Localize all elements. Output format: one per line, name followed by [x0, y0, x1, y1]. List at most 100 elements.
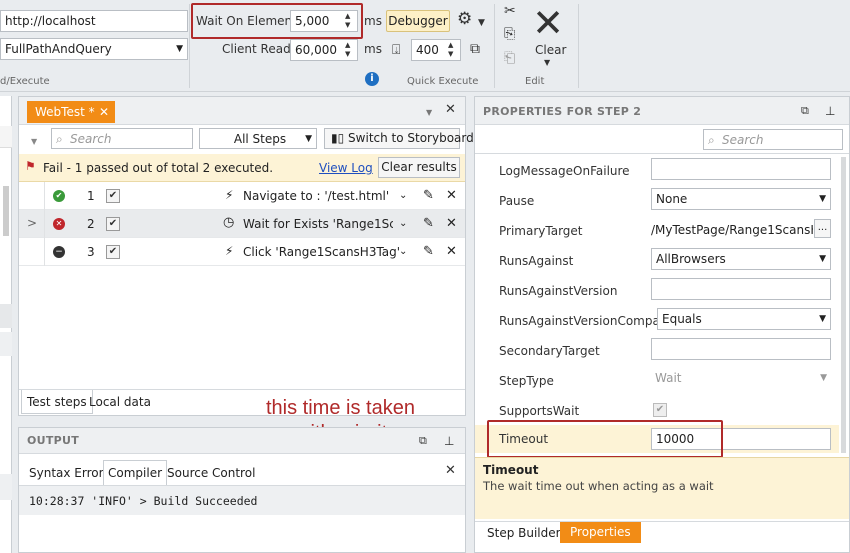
tab-source-control[interactable]: Source Control	[167, 466, 255, 480]
chevron-down-icon[interactable]: ▼	[31, 135, 37, 149]
browser-width-value: 400	[416, 43, 439, 57]
prop-runs-against-version-input[interactable]	[651, 278, 831, 300]
view-log-link[interactable]: View Log	[319, 161, 373, 175]
prop-supports-wait-checkbox[interactable]: ✔	[653, 403, 667, 417]
pin-icon[interactable]: ⊥	[825, 104, 835, 118]
step-enabled-checkbox[interactable]: ✔	[106, 245, 120, 259]
chevron-down-icon: ▼	[819, 254, 826, 264]
steps-filter-select[interactable]: All Steps ▼	[199, 128, 317, 149]
prop-step-type-select: Wait ▼	[651, 368, 831, 390]
client-ready-label: Client Ready	[222, 42, 298, 56]
tab-webtest[interactable]: WebTest * ✕	[27, 101, 115, 123]
copy-icon[interactable]: ⎘	[504, 27, 515, 41]
tab-local-data[interactable]: Local data	[89, 395, 151, 409]
prop-version-compare-select[interactable]: Equals ▼	[657, 308, 831, 330]
switch-storyboard-button[interactable]: ▮▯ Switch to Storyboard	[324, 128, 474, 149]
quick-execute-group-label: Quick Execute	[407, 76, 479, 87]
window-icon[interactable]: ⧉	[470, 42, 480, 56]
prop-label: RunsAgainst	[499, 254, 574, 268]
lightning-icon: ⚡	[225, 244, 234, 258]
step-number: 1	[87, 189, 95, 203]
table-row[interactable]: ✔ 1 ✔ ⚡ Navigate to : '/test.html' ⌄ ✎ ✕	[19, 182, 465, 210]
prop-log-message-input[interactable]	[651, 158, 831, 180]
chevron-down-icon[interactable]: ⌄	[399, 190, 407, 201]
properties-scrollbar[interactable]	[841, 157, 846, 453]
gear-icon[interactable]: ⚙	[457, 11, 472, 28]
chevron-down-icon[interactable]: ⌄	[399, 246, 407, 257]
left-explorer-strip	[0, 96, 12, 553]
pencil-icon[interactable]: ✎	[423, 188, 434, 203]
output-log-area: 10:28:37 'INFO' > Build Succeeded	[19, 485, 465, 515]
description-text: The wait time out when acting as a wait	[483, 479, 714, 493]
tab-compiler[interactable]: Compiler	[103, 460, 168, 486]
edit-group-label: Edit	[525, 76, 545, 87]
prop-pause-select[interactable]: None ▼	[651, 188, 831, 210]
pencil-icon[interactable]: ✎	[423, 244, 434, 259]
close-icon[interactable]: ✕	[445, 103, 456, 117]
close-icon[interactable]: ✕	[445, 464, 456, 478]
tab-step-builder[interactable]: Step Builder	[487, 526, 561, 540]
prop-label: SecondaryTarget	[499, 344, 600, 358]
prop-primary-target-button[interactable]: ...	[814, 219, 831, 238]
tab-webtest-label: WebTest *	[35, 105, 95, 119]
debugger-button[interactable]: Debugger	[386, 10, 450, 32]
browser-width-input[interactable]: 400 ▲ ▼	[411, 39, 461, 61]
float-icon[interactable]: ⧉	[419, 434, 427, 448]
step-description: Click 'Range1ScansH3Tag'	[243, 245, 401, 259]
properties-search-input[interactable]: ⌕ Search	[703, 129, 843, 150]
prop-runs-against-select[interactable]: AllBrowsers ▼	[651, 248, 831, 270]
tab-test-steps[interactable]: Test steps	[21, 390, 93, 414]
spinner-arrows-icon[interactable]: ▲ ▼	[448, 41, 458, 59]
step-enabled-checkbox[interactable]: ✔	[106, 217, 120, 231]
step-enabled-checkbox[interactable]: ✔	[106, 189, 120, 203]
delete-icon[interactable]: ✕	[446, 188, 457, 203]
float-icon[interactable]: ⧉	[801, 104, 809, 118]
fail-flag-icon: ⚑	[25, 159, 36, 173]
chevron-down-icon: ▼	[819, 194, 826, 204]
ribbon: http://localhost FullPathAndQuery ▼ d/Ex…	[0, 0, 850, 92]
not-run-icon: −	[53, 246, 65, 258]
prop-primary-target-value: /MyTestPage/Range1ScansH3T	[651, 223, 813, 237]
client-ready-input[interactable]: 60,000 ▲ ▼	[290, 39, 358, 61]
cut-icon[interactable]: ✂	[504, 4, 516, 18]
tab-properties[interactable]: Properties	[560, 522, 641, 543]
wait-highlight-box	[191, 3, 363, 39]
prop-label: StepType	[499, 374, 554, 388]
delete-icon[interactable]: ✕	[446, 216, 457, 231]
chevron-down-icon[interactable]: ▼	[478, 16, 485, 30]
delete-icon[interactable]: ✕	[446, 244, 457, 259]
search-icon: ⌕	[56, 132, 63, 146]
prop-label: PrimaryTarget	[499, 224, 583, 238]
storyboard-icon: ▮▯	[331, 131, 345, 145]
resize-icon[interactable]: ⍗	[392, 43, 400, 57]
step-description: Wait for Exists 'Range1Scans	[243, 217, 393, 231]
tab-syntax-errors[interactable]: Syntax Errors	[29, 466, 110, 480]
clear-button[interactable]: Clear	[535, 43, 566, 57]
clear-results-button[interactable]: Clear results	[378, 157, 460, 178]
paste-icon[interactable]: ⎗	[504, 51, 515, 65]
chevron-down-icon[interactable]: ⌄	[399, 218, 407, 229]
url-mode-select[interactable]: FullPathAndQuery ▼	[0, 38, 188, 60]
prop-label: SupportsWait	[499, 404, 580, 418]
info-icon[interactable]: i	[365, 72, 379, 86]
spinner-arrows-icon[interactable]: ▲ ▼	[345, 41, 355, 59]
expand-chevron-icon[interactable]: >	[27, 216, 37, 230]
clear-icon[interactable]: ✕	[530, 4, 566, 44]
steps-search-input[interactable]: ⌕ Search	[51, 128, 193, 149]
step-number: 3	[87, 245, 95, 259]
pin-icon[interactable]: ⊥	[444, 434, 454, 448]
scrollbar[interactable]	[3, 186, 9, 236]
table-row[interactable]: − 3 ✔ ⚡ Click 'Range1ScansH3Tag' ⌄ ✎ ✕	[19, 238, 465, 266]
properties-tab-strip: Step Builder Properties	[475, 521, 849, 552]
prop-secondary-target-input[interactable]	[651, 338, 831, 360]
prop-label: RunsAgainstVersion	[499, 284, 618, 298]
table-row[interactable]: > ✕ 2 ✔ ◷ Wait for Exists 'Range1Scans ⌄…	[19, 210, 465, 238]
close-icon[interactable]: ✕	[99, 101, 109, 123]
chevron-down-icon[interactable]: ▼	[544, 58, 550, 67]
ribbon-group-label-left: d/Execute	[0, 76, 50, 87]
pencil-icon[interactable]: ✎	[423, 216, 434, 231]
chevron-down-icon[interactable]: ▼	[426, 106, 432, 120]
url-input[interactable]: http://localhost	[0, 10, 188, 32]
prop-label: Pause	[499, 194, 535, 208]
client-ready-unit: ms	[364, 42, 382, 56]
